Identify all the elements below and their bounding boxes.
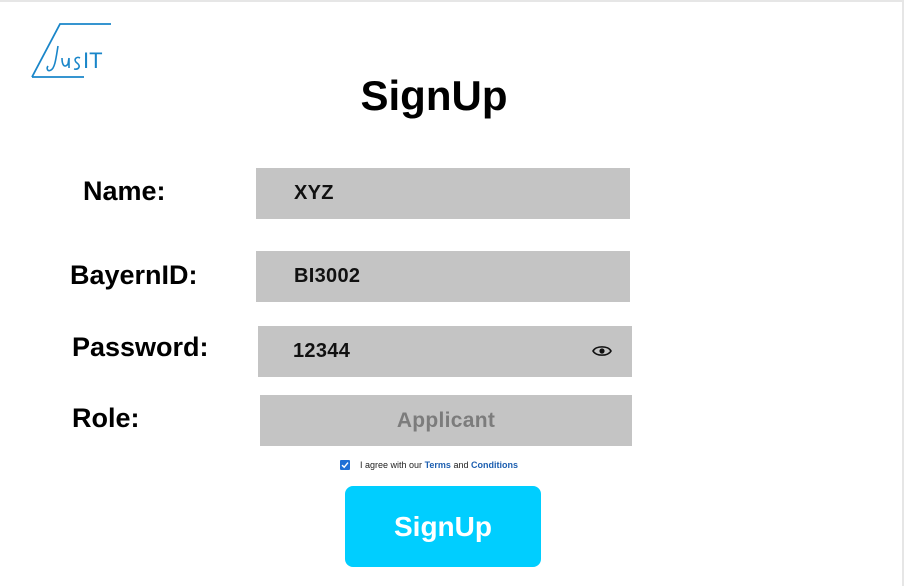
password-value: 12344 [293,340,351,362]
jusit-logo-icon: IT [31,23,111,78]
bayernid-value: BI3002 [294,265,361,287]
top-border [0,0,904,2]
terms-link[interactable]: Terms [425,460,451,470]
conditions-link[interactable]: Conditions [471,460,518,470]
eye-icon[interactable] [592,343,612,359]
signup-button[interactable]: SignUp [345,486,541,567]
password-field[interactable]: 12344 [258,326,632,377]
name-label: Name: [83,176,166,206]
checkmark-icon [341,462,349,469]
agree-and-text: and [453,460,469,470]
role-select[interactable]: Applicant [260,395,632,446]
agree-row: I agree with our Terms and Conditions [340,458,518,472]
bayernid-field[interactable]: BI3002 [256,251,630,302]
jusit-logo: IT [30,22,114,80]
svg-text:IT: IT [83,48,103,73]
role-value: Applicant [396,408,496,432]
agree-checkbox[interactable] [340,460,350,470]
password-label: Password: [72,332,209,362]
role-label: Role: [72,403,140,433]
bayernid-label: BayernID: [70,260,198,290]
agree-text: I agree with our [360,460,423,470]
name-field[interactable]: XYZ [256,168,630,219]
name-value: XYZ [294,182,334,204]
page-title: SignUp [360,72,508,119]
